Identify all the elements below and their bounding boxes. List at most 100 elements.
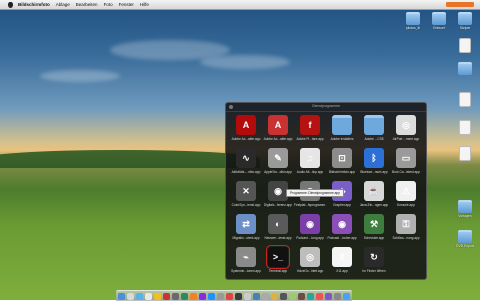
menu-app-name[interactable]: Bildschirmfoto (18, 0, 50, 9)
desktop-document-icon[interactable] (452, 38, 478, 53)
app-label: Adobe Installers (330, 137, 354, 141)
distant-hills (0, 150, 260, 168)
app-label: Migratio...stent.app (232, 236, 260, 240)
app-item[interactable]: ↻ Im Finder öffnen (358, 247, 390, 278)
dock-app-icon[interactable] (334, 292, 341, 300)
menu-bar: Bildschirmfoto Ablage Bearbeiten Foto Fe… (0, 0, 480, 10)
app-item[interactable]: ⌁ Systemin...ionen.app (230, 247, 262, 278)
voiceover-icon: ◎ (300, 247, 320, 267)
dock-app-icon[interactable] (136, 292, 143, 300)
desktop-document-icon[interactable] (452, 146, 478, 161)
app-item[interactable]: ⚿ Schlüss...nung.app (390, 214, 422, 245)
dock-app-icon[interactable] (163, 292, 170, 300)
dock-app-icon[interactable] (181, 292, 188, 300)
app-item[interactable]: X X11.app (326, 247, 358, 278)
menu-hilfe[interactable]: Hilfe (140, 0, 149, 9)
desktop-folder-icon[interactable]: Skripte (452, 12, 478, 30)
dock-app-icon[interactable] (127, 292, 134, 300)
cloud (40, 70, 120, 82)
dock-app-icon[interactable] (289, 292, 296, 300)
document-icon (459, 92, 471, 107)
app-label: Konsole.app (397, 203, 415, 207)
app-item[interactable]: >_ Terminal.app (262, 245, 294, 278)
app-item[interactable]: ⊡ Bildschirmfoto.app (326, 148, 358, 179)
panel-titlebar: Dienstprogramme (226, 103, 426, 112)
app-label: Aktivitäts-...nitor.app (231, 170, 261, 174)
dock-app-icon[interactable] (154, 292, 161, 300)
desktop-document-icon[interactable] (452, 120, 478, 135)
utilities-launcher-panel: Dienstprogramme A Adobe Ac...atter.app A Ad… (225, 102, 427, 280)
dock-app-icon[interactable] (271, 292, 278, 300)
app-item[interactable]: ◉ Podcast ...tung.app (294, 214, 326, 245)
desktop-folder-icon[interactable]: pilotos_iti (400, 12, 426, 30)
app-item[interactable]: Adobe ...CS5 (358, 115, 390, 146)
dock-app-icon[interactable] (217, 292, 224, 300)
dock-app-icon[interactable] (118, 292, 125, 300)
podcast-capture-icon: ◉ (300, 214, 320, 234)
desktop-folder-icon[interactable]: DVD Export (452, 230, 478, 248)
dock-app-icon[interactable] (343, 292, 350, 300)
app-item[interactable]: A Adobe Ac...atter.app (262, 115, 294, 146)
menu-fenster[interactable]: Fenster (119, 0, 134, 9)
app-item[interactable]: Adobe Installers (326, 115, 358, 146)
dock-app-icon[interactable] (298, 292, 305, 300)
app-item[interactable]: f Adobe Fl...tare.app (294, 115, 326, 146)
folder-icon (458, 62, 472, 75)
apple-menu-icon[interactable] (6, 1, 14, 8)
desktop-folder-icon[interactable]: Entwurf (426, 12, 452, 30)
acrobat-update-icon: A (268, 115, 288, 135)
app-item[interactable]: ∿ Aktivitäts-...nitor.app (230, 148, 262, 179)
colorsync-icon: ✕ (236, 181, 256, 201)
acrobat-icon: A (236, 115, 256, 135)
app-label: Bluetoot...nsch.app (360, 170, 388, 174)
app-item[interactable]: A Adobe Ac...atter.app (230, 115, 262, 146)
menu-foto[interactable]: Foto (104, 0, 113, 9)
cloud (200, 55, 290, 69)
dock-app-icon[interactable] (316, 292, 323, 300)
desktop-document-icon[interactable] (452, 92, 478, 107)
audio-midi-icon: ♫ (300, 148, 320, 168)
app-item[interactable]: ⚒ Scheduler.app (358, 214, 390, 245)
app-item[interactable]: ✕ ColorSyn...ienst.app (230, 181, 262, 212)
menu-ablage[interactable]: Ablage (56, 0, 70, 9)
desktop-folder-icon[interactable]: Vorlagen (452, 200, 478, 218)
app-label: Scheduler.app (363, 236, 385, 240)
dock-app-icon[interactable] (235, 292, 242, 300)
app-label: Systemin...ionen.app (231, 269, 261, 273)
open-in-finder-icon: ↻ (364, 247, 384, 267)
app-item[interactable]: ◎ VoiceOv...lntet.app (294, 247, 326, 278)
dock-app-icon[interactable] (226, 292, 233, 300)
dock-app-icon[interactable] (208, 292, 215, 300)
app-item[interactable]: ⇄ Migratio...stent.app (230, 214, 262, 245)
app-item[interactable]: ☕ Java-Ein...ngen.app (358, 181, 390, 212)
folder-icon (364, 115, 384, 135)
dock-app-icon[interactable] (262, 292, 269, 300)
app-item[interactable]: ᛒ Bluetoot...nsch.app (358, 148, 390, 179)
dock-app-icon[interactable] (172, 292, 179, 300)
menu-bearbeiten[interactable]: Bearbeiten (76, 0, 98, 9)
app-item[interactable]: ✎ AppleScr...ditor.app (262, 148, 294, 179)
app-item[interactable]: ◐ Netzwer...ienst.app (262, 214, 294, 245)
app-label: Adobe Ac...atter.app (231, 137, 261, 141)
app-item[interactable]: ⚠ Konsole.app (390, 181, 422, 212)
dock-app-icon[interactable] (190, 292, 197, 300)
dock-app-icon[interactable] (280, 292, 287, 300)
folder-icon (432, 12, 446, 25)
dock-app-icon[interactable] (244, 292, 251, 300)
dock-app-icon[interactable] (253, 292, 260, 300)
dock-app-icon[interactable] (199, 292, 206, 300)
app-item[interactable]: ◎ AirPort ...ment.app (390, 115, 422, 146)
desktop-folder-icon[interactable] (452, 62, 478, 75)
app-item[interactable]: ▭ Boot Ca...istent.app (390, 148, 422, 179)
dock-app-icon[interactable] (307, 292, 314, 300)
document-icon (459, 146, 471, 161)
app-label: Terminal.app (268, 269, 288, 273)
app-item[interactable]: ◉ Podcast ...bsher.app (326, 214, 358, 245)
app-label: Audio-Mi...ilup.app (296, 170, 324, 174)
dock-app-icon[interactable] (145, 292, 152, 300)
app-label: Schlüss...nung.app (392, 236, 420, 240)
dock-app-icon[interactable] (325, 292, 332, 300)
app-label: Im Finder öffnen (362, 269, 386, 273)
panel-title: Dienstprogramme (312, 104, 340, 108)
app-item[interactable]: ♫ Audio-Mi...ilup.app (294, 148, 326, 179)
